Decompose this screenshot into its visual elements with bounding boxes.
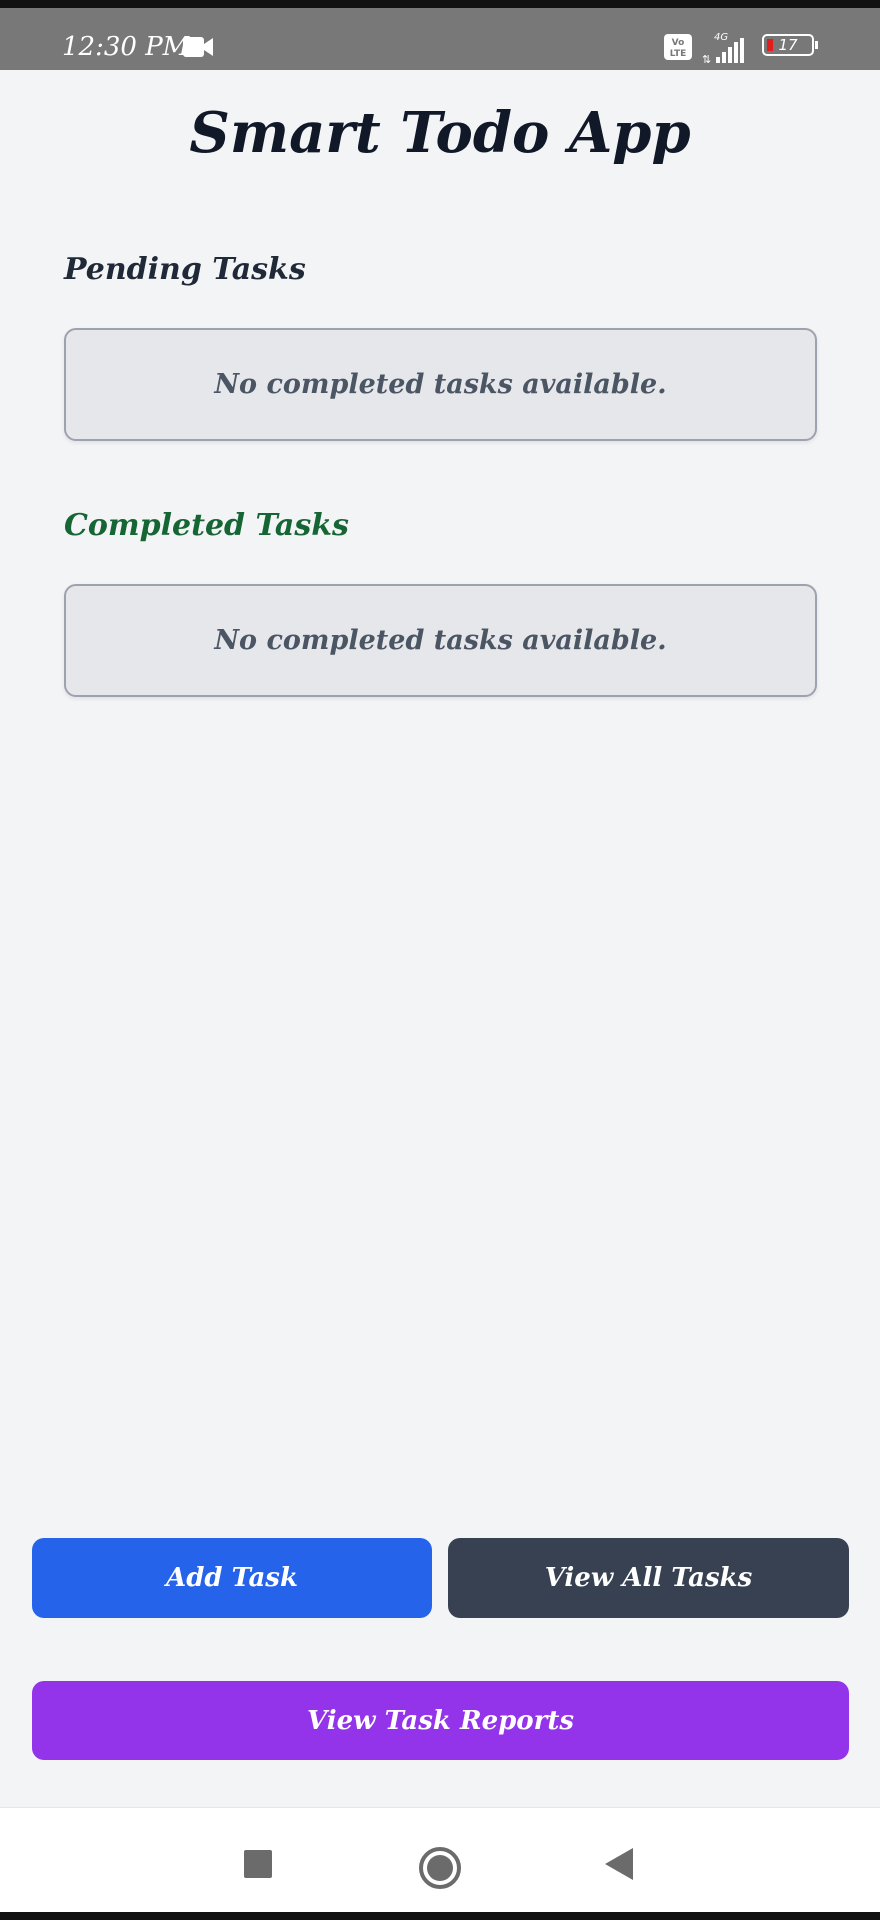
pending-tasks-heading: Pending Tasks [64, 252, 306, 287]
view-task-reports-button[interactable]: View Task Reports [32, 1681, 849, 1760]
completed-empty-message: No completed tasks available. [214, 625, 667, 656]
bottom-edge [0, 1912, 880, 1920]
add-task-button[interactable]: Add Task [32, 1538, 432, 1618]
back-icon[interactable] [605, 1848, 633, 1884]
battery-level: 17 [778, 36, 798, 54]
video-camera-icon [183, 36, 213, 62]
completed-tasks-heading: Completed Tasks [64, 508, 349, 543]
navigation-bar [0, 1807, 880, 1920]
status-bar: 12:30 PM Vo LTE 4G ⇅ 17 [0, 0, 880, 70]
home-icon[interactable] [418, 1846, 462, 1894]
network-type-label: 4G [714, 32, 728, 43]
svg-text:⇅: ⇅ [702, 53, 711, 66]
pending-tasks-empty-state: No completed tasks available. [64, 328, 817, 441]
svg-text:Vo: Vo [672, 38, 685, 48]
view-all-tasks-button[interactable]: View All Tasks [448, 1538, 849, 1618]
completed-tasks-empty-state: No completed tasks available. [64, 584, 817, 697]
page-title: Smart Todo App [189, 100, 691, 166]
volte-icon: Vo LTE [664, 34, 692, 64]
signal-icon: 4G ⇅ [702, 30, 750, 70]
pending-empty-message: No completed tasks available. [214, 369, 667, 400]
status-time: 12:30 PM [62, 32, 190, 62]
svg-text:LTE: LTE [670, 49, 687, 59]
recents-icon[interactable] [244, 1850, 272, 1882]
